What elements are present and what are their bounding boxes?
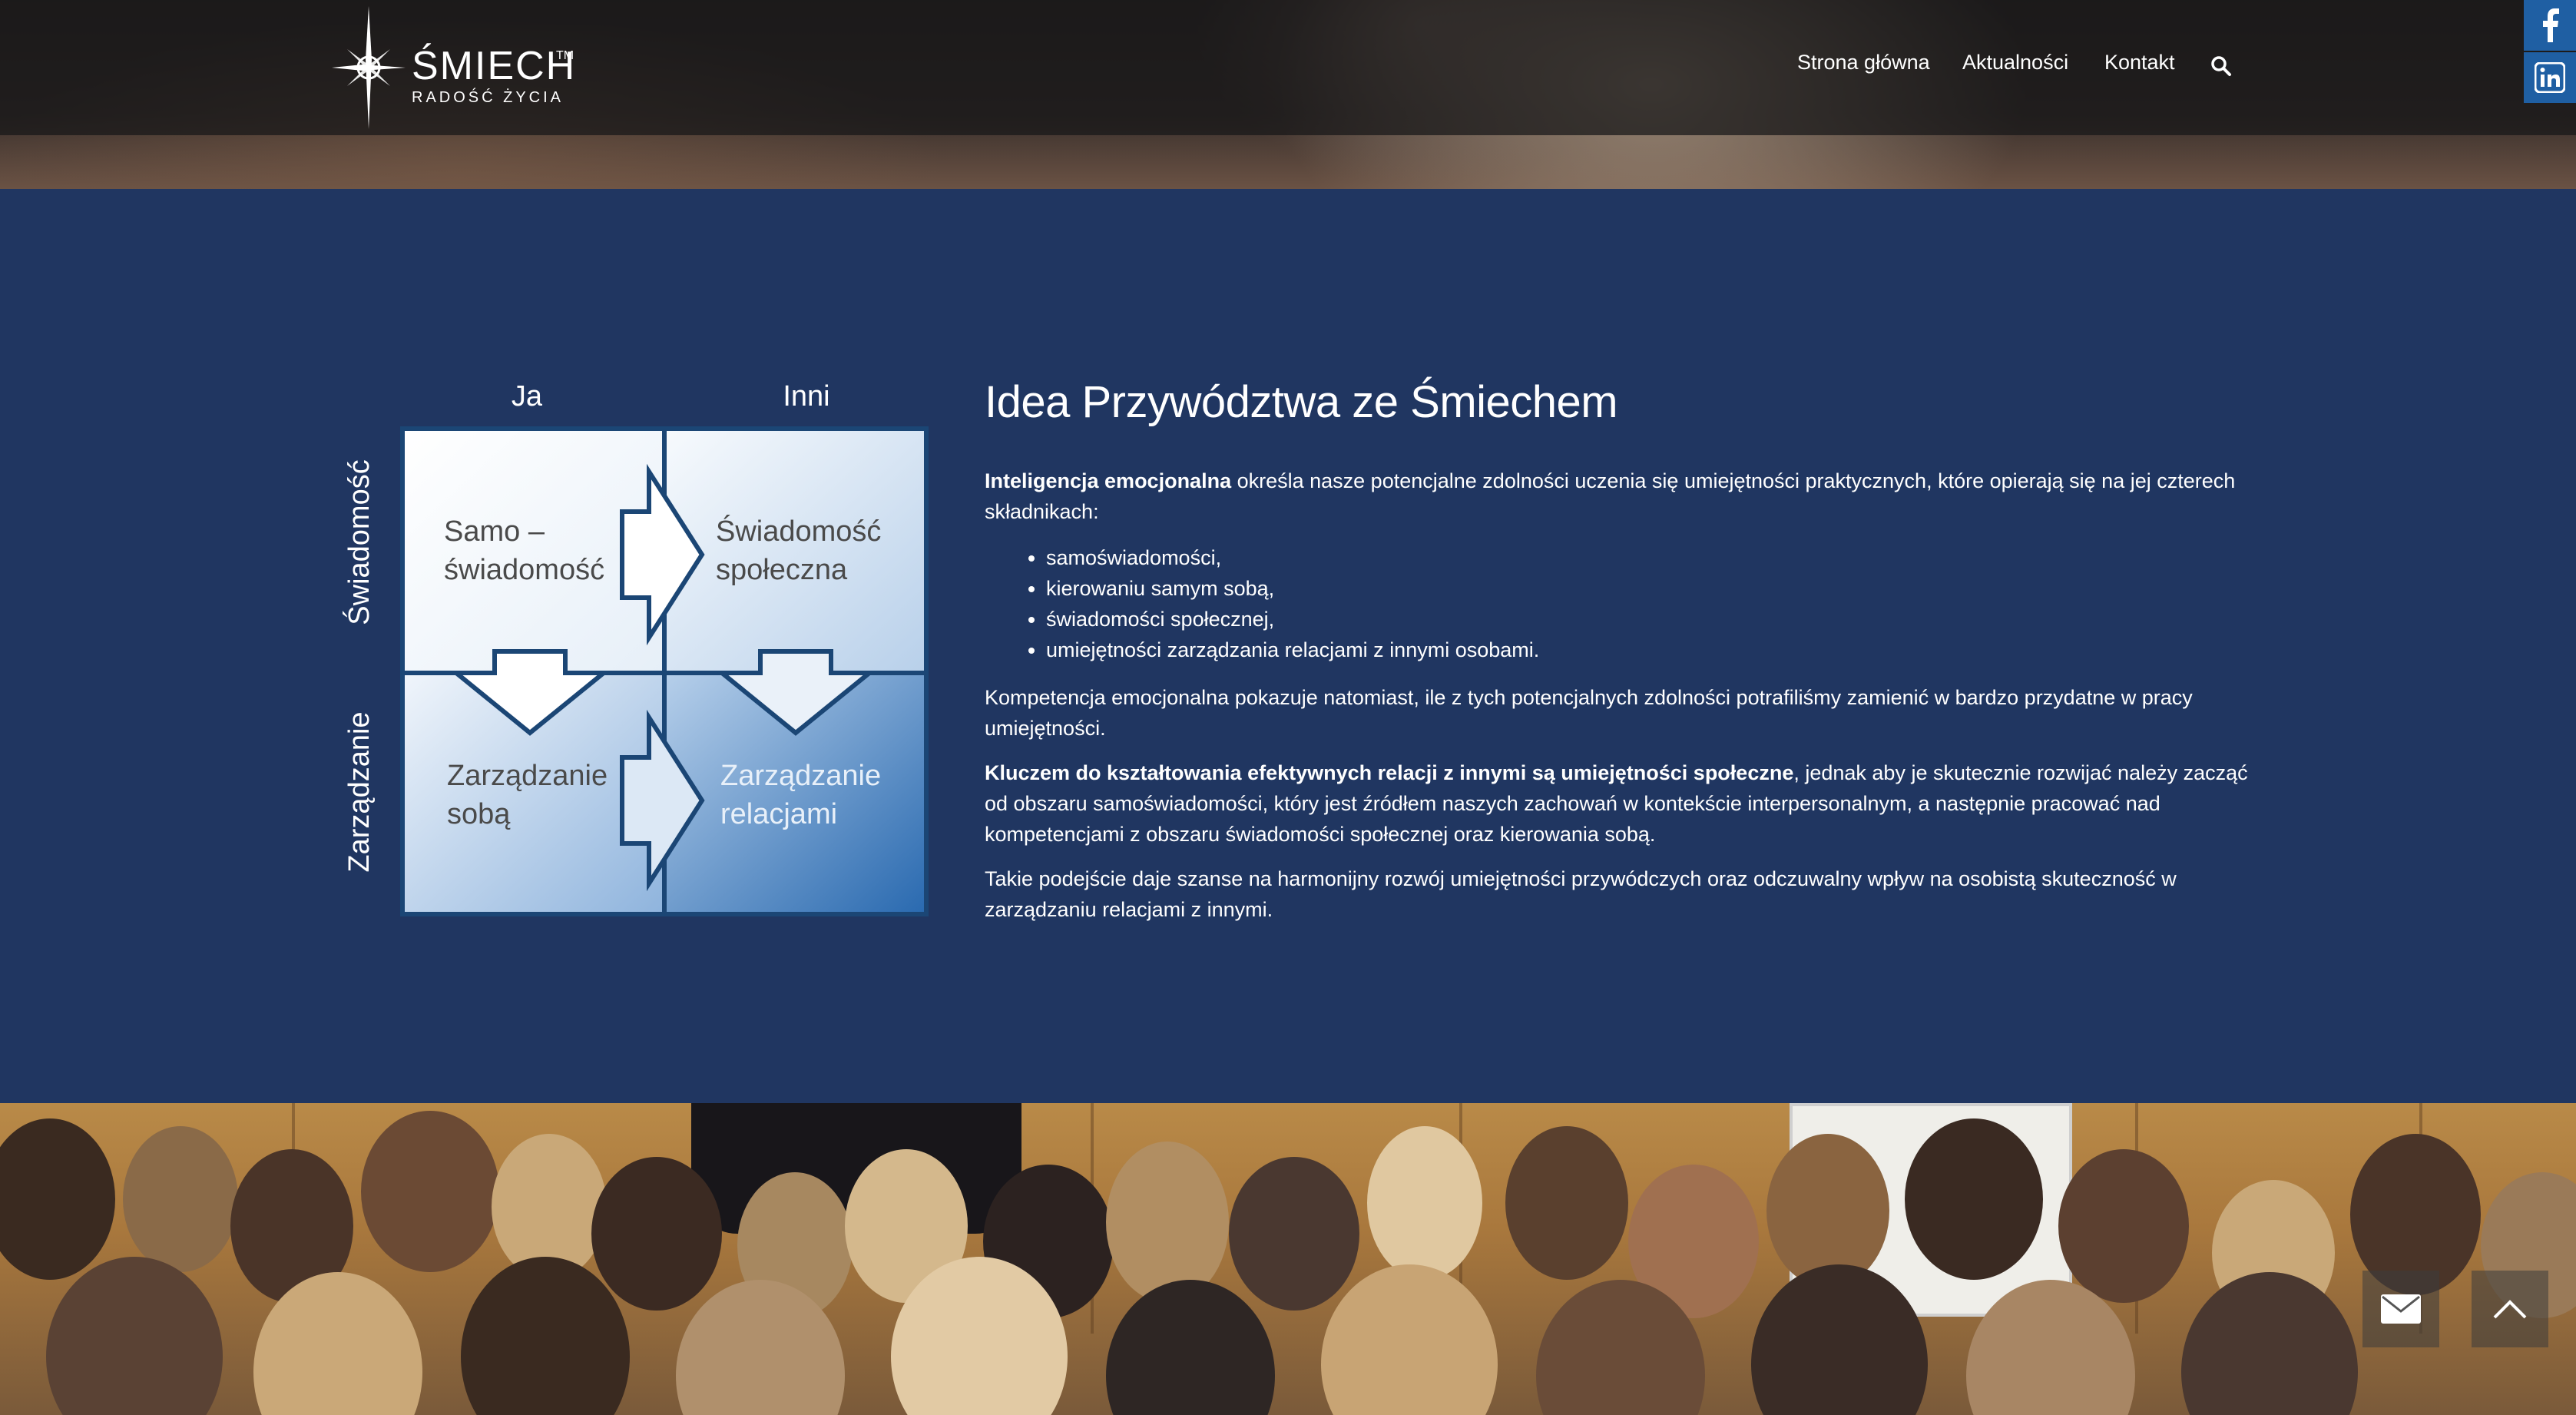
scroll-top-button[interactable] xyxy=(2472,1271,2548,1347)
article-paragraph: Inteligencja emocjonalna określa nasze p… xyxy=(985,469,2236,523)
list-item: samoświadomości, xyxy=(1046,542,2252,573)
diagram-row-label-awareness: Świadomość xyxy=(341,459,376,625)
article-paragraph: Kompetencja emocjonalna pokazuje natomia… xyxy=(985,686,2193,740)
article-title: Idea Przywództwa ze Śmiechem xyxy=(985,377,1618,427)
components-list: samoświadomości, kierowaniu samym sobą, … xyxy=(985,542,2252,665)
chevron-up-icon xyxy=(2493,1300,2527,1319)
logo[interactable]: ŚMIECH TM RADOŚĆ ŻYCIA xyxy=(332,6,593,129)
nav-item-home[interactable]: Strona główna xyxy=(1797,51,1930,75)
diagram-row-label-management: Zarządzanie xyxy=(343,711,376,872)
header-bar: ŚMIECH TM RADOŚĆ ŻYCIA Strona główna Akt… xyxy=(0,0,2576,135)
facebook-icon xyxy=(2543,8,2559,42)
quadrant-social-awareness xyxy=(665,430,925,672)
audience-photo xyxy=(0,1103,2576,1415)
brand-tagline: RADOŚĆ ŻYCIA xyxy=(412,89,565,106)
emphasis-text: Inteligencja emocjonalna xyxy=(985,469,1232,492)
list-item: umiejętności zarządzania relacjami z inn… xyxy=(1046,635,2252,665)
list-item: kierowaniu samym sobą, xyxy=(1046,573,2252,604)
nav-item-contact[interactable]: Kontakt xyxy=(2104,51,2175,75)
article: Idea Przywództwa ze Śmiechem Inteligencj… xyxy=(985,373,2252,939)
linkedin-icon xyxy=(2535,62,2565,93)
nav-item-news[interactable]: Aktualności xyxy=(1962,51,2068,75)
contact-button[interactable] xyxy=(2362,1271,2439,1347)
brand-name: ŚMIECH xyxy=(412,44,577,88)
diagram-col-label-ja: Ja xyxy=(512,380,543,413)
list-item: świadomości społecznej, xyxy=(1046,604,2252,635)
compass-star-icon xyxy=(332,6,406,129)
article-paragraph: Takie podejście daje szanse na harmonijn… xyxy=(985,867,2177,921)
linkedin-button[interactable] xyxy=(2524,52,2576,103)
brand-trademark: TM xyxy=(556,49,574,62)
search-icon[interactable] xyxy=(2210,55,2232,77)
social-links xyxy=(2524,0,2576,104)
emotional-intelligence-diagram: Ja Inni Świadomość Zarządzanie Samo – św… xyxy=(341,380,929,916)
article-paragraph: Kluczem do kształtowania efektywnych rel… xyxy=(985,761,2248,846)
facebook-button[interactable] xyxy=(2524,0,2576,51)
hero-background: ŚMIECH TM RADOŚĆ ŻYCIA Strona główna Akt… xyxy=(0,0,2576,189)
leadership-section: Ja Inni Świadomość Zarządzanie Samo – św… xyxy=(0,189,2576,1103)
emphasis-text: Kluczem do kształtowania efektywnych rel… xyxy=(985,761,1794,784)
diagram-col-label-inni: Inni xyxy=(783,380,829,413)
envelope-icon xyxy=(2381,1294,2421,1324)
